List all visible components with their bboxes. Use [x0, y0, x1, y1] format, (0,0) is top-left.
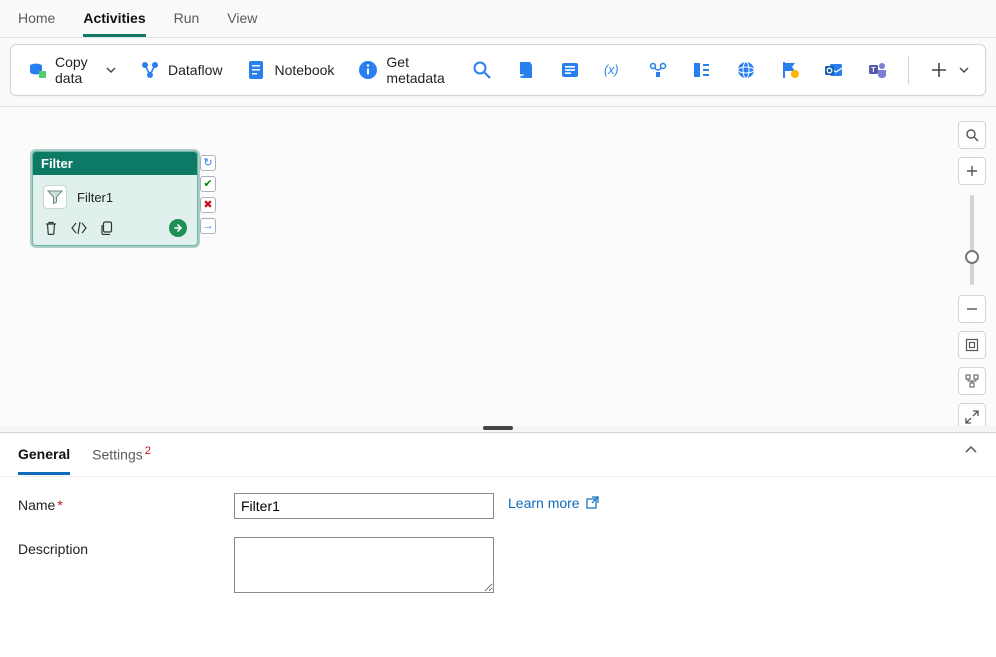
activity-node-actions [33, 213, 197, 245]
activity-node-filter[interactable]: Filter Filter1 [32, 151, 198, 246]
dataflow-label: Dataflow [168, 62, 222, 78]
stored-proc-icon [560, 60, 580, 80]
output-completion-handle[interactable]: ↻ [200, 155, 216, 171]
set-variable-button[interactable]: (x) [594, 55, 634, 85]
output-skip-handle[interactable]: → [200, 218, 216, 234]
copy-data-icon [27, 60, 47, 80]
learn-more-link[interactable]: Learn more [508, 495, 599, 511]
get-metadata-button[interactable]: Get metadata [348, 49, 458, 91]
dataflow-button[interactable]: Dataflow [130, 55, 232, 85]
invoke-pipeline-button[interactable] [638, 55, 678, 85]
info-icon [358, 60, 378, 80]
menu-tabs: Home Activities Run View [0, 0, 996, 38]
menu-tab-run[interactable]: Run [174, 6, 200, 37]
fullscreen-button[interactable] [958, 403, 986, 426]
lookup-button[interactable] [462, 55, 502, 85]
delete-icon[interactable] [43, 220, 59, 236]
properties-panel: General Settings2 Name* Learn more Descr… [0, 432, 996, 657]
functions-icon [692, 60, 712, 80]
external-link-icon [586, 496, 599, 509]
collapse-panel-icon[interactable] [964, 443, 978, 457]
script-icon [516, 60, 536, 80]
learn-more-label: Learn more [508, 495, 580, 511]
tab-settings[interactable]: Settings2 [92, 441, 151, 476]
tab-settings-badge: 2 [145, 445, 151, 457]
copy-data-button[interactable]: Copy data [17, 49, 126, 91]
copy-data-label: Copy data [55, 54, 96, 86]
tab-general[interactable]: General [18, 442, 70, 475]
svg-text:T: T [871, 67, 876, 74]
description-input[interactable] [234, 537, 494, 593]
ribbon-separator [908, 56, 909, 84]
run-arrow-icon[interactable] [169, 219, 187, 237]
chevron-down-icon [106, 65, 116, 75]
pipeline-canvas[interactable]: Filter Filter1 ↻ ✔ ✖ → [0, 106, 996, 426]
properties-tabs: General Settings2 [0, 433, 996, 477]
script-button[interactable] [506, 55, 546, 85]
flag-icon [780, 60, 800, 80]
svg-text:(x): (x) [604, 63, 619, 77]
output-success-handle[interactable]: ✔ [200, 176, 216, 192]
globe-icon [736, 60, 756, 80]
zoom-slider-thumb[interactable] [965, 250, 979, 264]
code-icon[interactable] [71, 220, 87, 236]
ribbon-area: Copy data Dataflow Notebook Get metadata [0, 38, 996, 106]
output-failure-handle[interactable]: ✖ [200, 197, 216, 213]
name-label: Name* [18, 493, 234, 513]
dataflow-icon [140, 60, 160, 80]
teams-icon: T [868, 60, 888, 80]
pipeline-icon [648, 60, 668, 80]
canvas-search-button[interactable] [958, 121, 986, 149]
variable-icon: (x) [604, 60, 624, 80]
zoom-in-button[interactable] [958, 157, 986, 185]
general-form: Name* Learn more Description [0, 477, 996, 609]
zoom-out-button[interactable] [958, 295, 986, 323]
notebook-button[interactable]: Notebook [236, 55, 344, 85]
flag-activity-button[interactable] [770, 55, 810, 85]
panel-splitter[interactable] [0, 426, 996, 432]
stored-proc-button[interactable] [550, 55, 590, 85]
plus-icon [929, 60, 949, 80]
functions-button[interactable] [682, 55, 722, 85]
notebook-label: Notebook [274, 62, 334, 78]
filter-icon [43, 185, 67, 209]
ribbon: Copy data Dataflow Notebook Get metadata [10, 44, 986, 96]
menu-tab-home[interactable]: Home [18, 6, 55, 37]
chevron-down-icon [959, 65, 969, 75]
menu-tab-activities[interactable]: Activities [83, 6, 145, 37]
search-icon [472, 60, 492, 80]
copy-icon[interactable] [99, 220, 115, 236]
get-metadata-label: Get metadata [386, 54, 448, 86]
outlook-button[interactable] [814, 55, 854, 85]
web-button[interactable] [726, 55, 766, 85]
teams-button[interactable]: T [858, 55, 898, 85]
activity-node-name: Filter1 [77, 190, 113, 205]
canvas-tools [958, 121, 986, 426]
zoom-slider[interactable] [970, 195, 974, 285]
outlook-icon [824, 60, 844, 80]
add-activity-button[interactable] [919, 55, 979, 85]
tab-settings-label: Settings [92, 447, 143, 463]
description-label: Description [18, 537, 234, 557]
fit-to-screen-button[interactable] [958, 331, 986, 359]
auto-align-button[interactable] [958, 367, 986, 395]
menu-tab-view[interactable]: View [227, 6, 257, 37]
activity-output-handles: ↻ ✔ ✖ → [200, 155, 216, 234]
notebook-icon [246, 60, 266, 80]
name-input[interactable] [234, 493, 494, 519]
activity-node-type: Filter [33, 152, 197, 175]
